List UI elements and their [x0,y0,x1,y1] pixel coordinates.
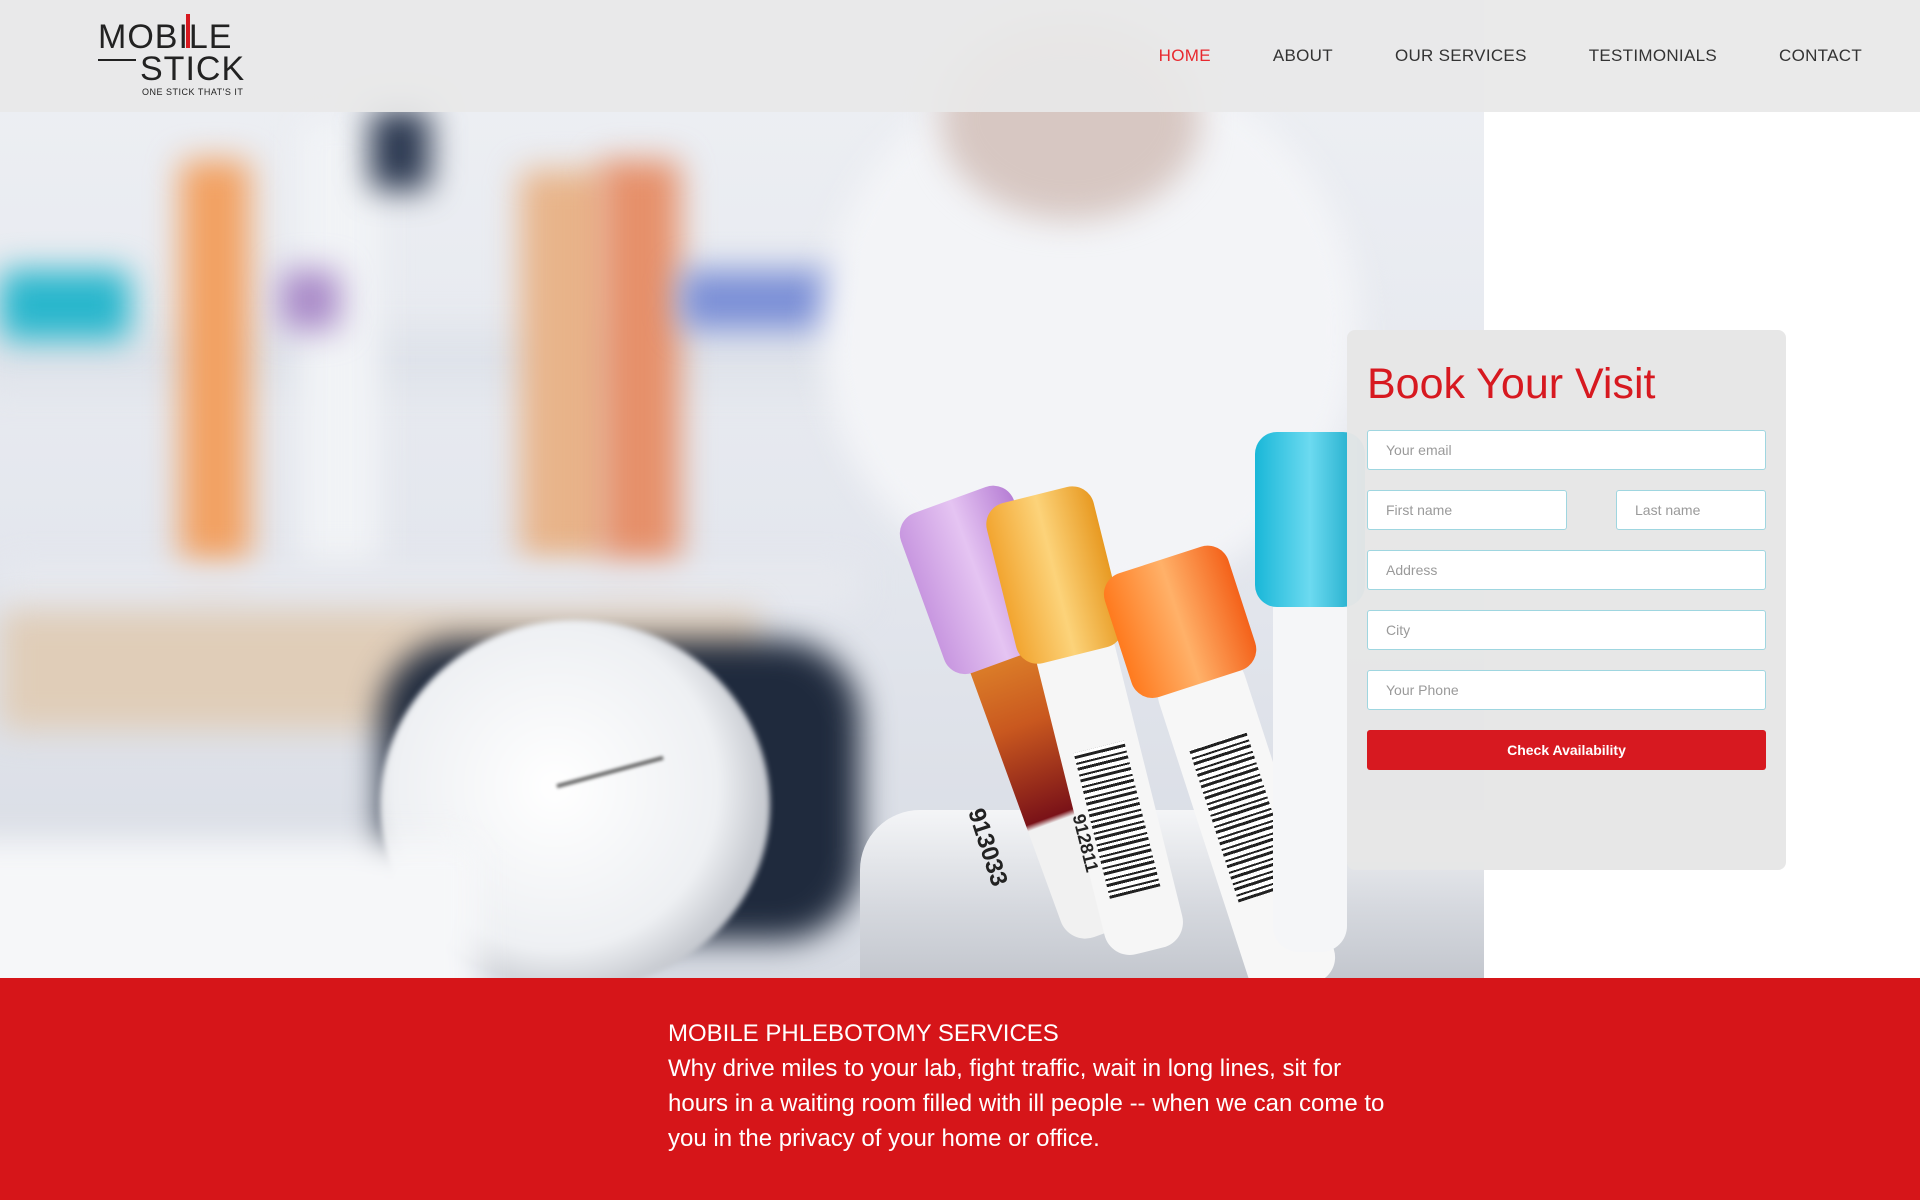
services-band: MOBILE PHLEBOTOMY SERVICES Why drive mil… [0,978,1920,1200]
syringe-icon [186,14,190,48]
last-name-field[interactable] [1616,490,1766,530]
nav-testimonials[interactable]: TESTIMONIALS [1589,46,1717,66]
check-availability-button[interactable]: Check Availability [1367,730,1766,770]
nav-contact[interactable]: CONTACT [1779,46,1862,66]
first-name-field[interactable] [1367,490,1567,530]
brand-logo[interactable]: MOBILE STICK ONE STICK THAT'S IT [98,14,250,100]
services-text: MOBILE PHLEBOTOMY SERVICES Why drive mil… [668,1016,1398,1156]
nav-our-services[interactable]: OUR SERVICES [1395,46,1527,66]
nav-about[interactable]: ABOUT [1273,46,1333,66]
hero-image: 913033 912811 [0,0,1484,978]
logo-word-top: MOBILE [98,18,233,56]
services-description: Why drive miles to your lab, fight traff… [668,1055,1385,1152]
email-field[interactable] [1367,430,1766,470]
phone-field[interactable] [1367,670,1766,710]
nav-home[interactable]: HOME [1159,46,1211,66]
main-nav: HOME ABOUT OUR SERVICES TESTIMONIALS CON… [1159,46,1862,66]
logo-divider [98,59,136,61]
city-field[interactable] [1367,610,1766,650]
booking-title: Book Your Visit [1367,360,1656,408]
services-heading: MOBILE PHLEBOTOMY SERVICES [668,1020,1059,1047]
page: 913033 912811 MOBILE STICK ONE STICK THA… [0,0,1920,1200]
address-field[interactable] [1367,550,1766,590]
site-header: MOBILE STICK ONE STICK THAT'S IT HOME AB… [0,0,1920,112]
logo-tagline: ONE STICK THAT'S IT [142,87,244,97]
logo-word-bottom: STICK [140,50,246,88]
booking-form-card: Book Your Visit Check Availability [1347,330,1786,870]
